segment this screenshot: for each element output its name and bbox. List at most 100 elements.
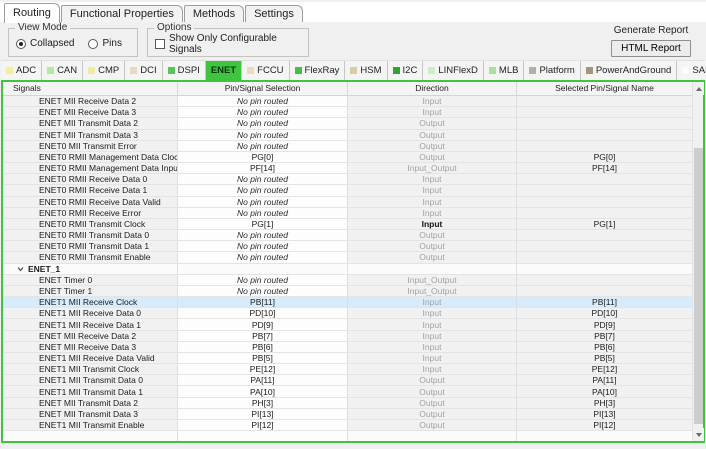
peripheral-tab-hsm[interactable]: HSM [345, 61, 387, 80]
peripheral-tab-mlb[interactable]: MLB [484, 61, 525, 80]
table-row[interactable]: ENET1 MII Receive Data 0PD[10]InputPD[10… [3, 308, 692, 319]
pin-selection-cell[interactable]: No pin routed [178, 174, 348, 184]
html-report-button[interactable]: HTML Report [611, 40, 691, 57]
peripheral-color-icon [682, 67, 689, 74]
pin-selection-cell[interactable]: PE[12] [178, 364, 348, 374]
pin-selection-cell[interactable]: No pin routed [178, 96, 348, 106]
table-row[interactable]: ENET Timer 1No pin routedInput_Output [3, 286, 692, 297]
direction-cell: Input [348, 353, 517, 363]
table-row[interactable]: ENET MII Transmit Data 3No pin routedOut… [3, 130, 692, 141]
pin-selection-cell[interactable]: PA[10] [178, 386, 348, 396]
pin-selection-cell[interactable]: No pin routed [178, 230, 348, 240]
radio-collapsed-icon [16, 39, 26, 49]
pin-selection-cell[interactable]: PD[10] [178, 308, 348, 318]
peripheral-tab-fccu[interactable]: FCCU [242, 61, 289, 80]
pin-selection-cell[interactable]: PI[13] [178, 409, 348, 419]
peripheral-tab-linflexd[interactable]: LINFlexD [423, 61, 484, 80]
peripheral-tab-i2c[interactable]: I2C [388, 61, 424, 80]
pin-selection-cell[interactable]: PG[1] [178, 219, 348, 229]
table-row[interactable]: ENET1 MII Transmit ClockPE[12]InputPE[12… [3, 364, 692, 375]
pin-selection-cell[interactable]: No pin routed [178, 107, 348, 117]
scroll-down-button[interactable] [693, 428, 704, 441]
peripheral-tab-adc[interactable]: ADC [1, 61, 42, 80]
pin-selection-cell[interactable]: No pin routed [178, 118, 348, 128]
pin-selection-cell[interactable]: PB[11] [178, 297, 348, 307]
peripheral-color-icon [428, 67, 435, 74]
pin-selection-cell[interactable]: PA[11] [178, 375, 348, 385]
pin-selection-cell[interactable]: PB[5] [178, 353, 348, 363]
pin-selection-cell[interactable]: No pin routed [178, 185, 348, 195]
peripheral-tab-dspi[interactable]: DSPI [163, 61, 206, 80]
table-row[interactable]: ENET1 MII Receive Data ValidPB[5]InputPB… [3, 353, 692, 364]
table-row[interactable]: ENET1 MII Transmit EnablePI[12]OutputPI[… [3, 420, 692, 431]
table-row[interactable]: ENET0 RMII Transmit EnableNo pin routedO… [3, 252, 692, 263]
pin-selection-cell[interactable]: No pin routed [178, 208, 348, 218]
signal-name-cell: ENET MII Transmit Data 3 [3, 130, 178, 140]
peripheral-tab-can[interactable]: CAN [42, 61, 83, 80]
peripheral-tab-label: ENET [211, 65, 236, 76]
pin-selection-cell[interactable]: PD[9] [178, 319, 348, 329]
direction-cell: Output [348, 230, 517, 240]
tab-functional-properties[interactable]: Functional Properties [61, 5, 183, 23]
table-row[interactable]: ENET1 MII Transmit Data 1PA[10]OutputPA[… [3, 386, 692, 397]
table-row[interactable]: ENET1 MII Receive Data 1PD[9]InputPD[9] [3, 319, 692, 330]
pin-selection-cell[interactable]: PB[6] [178, 342, 348, 352]
signal-name-cell: ENET0 RMII Transmit Data 0 [3, 230, 178, 240]
table-row[interactable]: ENET MII Receive Data 3PB[6]InputPB[6] [3, 342, 692, 353]
table-row[interactable]: ENET MII Transmit Data 2PH[3]OutputPH[3] [3, 398, 692, 409]
pin-selection-cell[interactable]: PG[0] [178, 152, 348, 162]
table-row[interactable]: ENET0 RMII Management Data ClockPG[0]Out… [3, 152, 692, 163]
chevron-down-icon[interactable] [17, 266, 24, 272]
selected-pin-cell [517, 118, 692, 128]
peripheral-tab-dci[interactable]: DCI [125, 61, 162, 80]
pin-selection-cell[interactable]: No pin routed [178, 130, 348, 140]
pin-selection-cell[interactable]: No pin routed [178, 197, 348, 207]
table-row[interactable]: ENET0 RMII Transmit ClockPG[1]InputPG[1] [3, 219, 692, 230]
tab-settings[interactable]: Settings [245, 5, 303, 23]
pin-selection-cell[interactable]: PF[14] [178, 163, 348, 173]
table-row[interactable]: ENET Timer 0No pin routedInput_Output [3, 275, 692, 286]
table-row[interactable]: ENET0 MII Transmit ErrorNo pin routedOut… [3, 141, 692, 152]
radio-pins[interactable]: Pins [88, 38, 121, 49]
table-row[interactable]: ENET1 MII Transmit Data 0PA[11]OutputPA[… [3, 375, 692, 386]
table-row[interactable]: ENET MII Transmit Data 3PI[13]OutputPI[1… [3, 409, 692, 420]
pin-selection-cell[interactable]: No pin routed [178, 286, 348, 296]
pin-selection-cell[interactable]: PI[12] [178, 420, 348, 430]
peripheral-tab-sai[interactable]: SAI [677, 61, 706, 80]
peripheral-color-icon [586, 67, 593, 74]
direction-cell: Output [348, 118, 517, 128]
pin-selection-cell[interactable]: No pin routed [178, 241, 348, 251]
tab-routing[interactable]: Routing [4, 3, 60, 23]
radio-collapsed[interactable]: Collapsed [16, 38, 74, 49]
table-row[interactable]: ENET0 RMII Transmit Data 1No pin routedO… [3, 241, 692, 252]
table-row[interactable]: ENET MII Receive Data 2PB[7]InputPB[7] [3, 331, 692, 342]
table-row[interactable]: ENET0 RMII Receive Data ValidNo pin rout… [3, 197, 692, 208]
peripheral-tab-flexray[interactable]: FlexRay [290, 61, 346, 80]
table-row[interactable]: ENET0 RMII Transmit Data 0No pin routedO… [3, 230, 692, 241]
table-row[interactable]: ENET MII Receive Data 2No pin routedInpu… [3, 96, 692, 107]
scroll-up-icon [696, 87, 702, 91]
pin-selection-cell[interactable]: No pin routed [178, 252, 348, 262]
pin-selection-cell[interactable]: No pin routed [178, 275, 348, 285]
table-row[interactable]: ENET MII Transmit Data 2No pin routedOut… [3, 118, 692, 129]
signal-name-cell: ENET MII Transmit Data 3 [3, 409, 178, 419]
peripheral-tab-platform[interactable]: Platform [524, 61, 580, 80]
scrollbar-thumb[interactable] [694, 148, 703, 424]
table-row[interactable]: ENET0 RMII Receive Data 0No pin routedIn… [3, 174, 692, 185]
pin-selection-cell[interactable]: PB[7] [178, 331, 348, 341]
table-row[interactable]: ENET0 RMII Receive Data 1No pin routedIn… [3, 185, 692, 196]
vertical-scrollbar[interactable] [692, 82, 703, 441]
pin-selection-cell[interactable]: No pin routed [178, 141, 348, 151]
table-row[interactable]: ENET MII Receive Data 3No pin routedInpu… [3, 107, 692, 118]
group-row[interactable]: ENET_1 [3, 264, 692, 275]
peripheral-tab-enet[interactable]: ENET [206, 61, 242, 80]
tab-methods[interactable]: Methods [184, 5, 244, 23]
table-row[interactable]: ENET0 RMII Management Data Input/OutpuPF… [3, 163, 692, 174]
pin-selection-cell[interactable]: PH[3] [178, 398, 348, 408]
peripheral-tab-cmp[interactable]: CMP [83, 61, 125, 80]
peripheral-tab-powerandground[interactable]: PowerAndGround [581, 61, 678, 80]
table-row[interactable]: ENET1 MII Receive ClockPB[11]InputPB[11] [3, 297, 692, 308]
table-row[interactable]: ENET0 RMII Receive ErrorNo pin routedInp… [3, 208, 692, 219]
scroll-up-button[interactable] [693, 82, 704, 95]
show-only-configurable-checkbox[interactable]: Show Only Configurable Signals [155, 33, 308, 55]
